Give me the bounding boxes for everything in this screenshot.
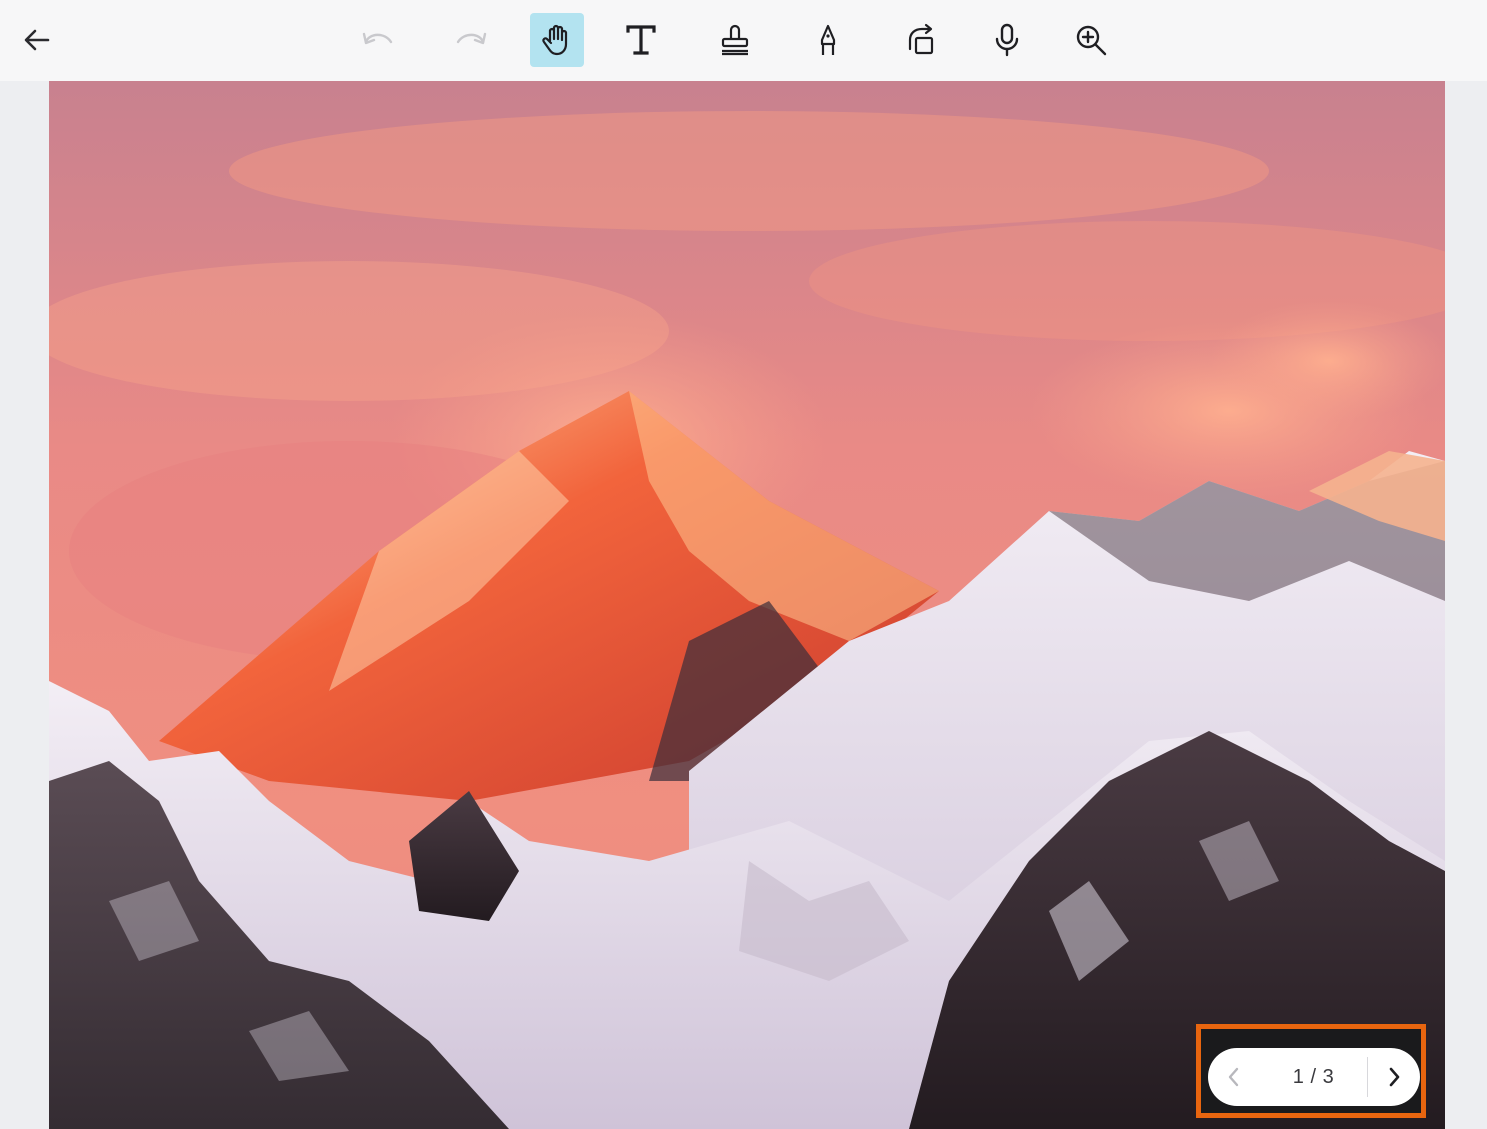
back-arrow-icon: [24, 29, 50, 51]
stamp-tool-button[interactable]: [708, 13, 762, 67]
redo-button[interactable]: [444, 13, 498, 67]
page-navigator: 1 / 3: [1208, 1048, 1420, 1106]
undo-button[interactable]: [351, 13, 405, 67]
back-button[interactable]: [10, 13, 64, 67]
next-page-button[interactable]: [1368, 1048, 1420, 1106]
page-indicator: 1 / 3: [1292, 1065, 1335, 1088]
pen-icon: [820, 24, 836, 55]
undo-icon: [362, 32, 393, 45]
pan-tool-button[interactable]: [530, 13, 584, 67]
zoom-in-icon: [1076, 25, 1107, 56]
previous-page-button[interactable]: [1208, 1048, 1260, 1106]
voice-tool-button[interactable]: [980, 13, 1034, 67]
stamp-icon: [721, 24, 749, 56]
rotate-tool-button[interactable]: [895, 13, 949, 67]
top-toolbar: [0, 0, 1487, 81]
text-tool-button[interactable]: [614, 13, 668, 67]
hand-icon: [542, 24, 568, 56]
microphone-icon: [995, 23, 1019, 57]
chevron-right-icon: [1389, 1067, 1400, 1087]
pen-tool-button[interactable]: [801, 13, 855, 67]
mountain-photo[interactable]: [49, 81, 1445, 1129]
zoom-tool-button[interactable]: [1064, 13, 1118, 67]
rotate-icon: [908, 23, 934, 55]
text-icon: [626, 25, 656, 55]
chevron-left-icon: [1228, 1067, 1239, 1087]
redo-icon: [456, 32, 487, 45]
